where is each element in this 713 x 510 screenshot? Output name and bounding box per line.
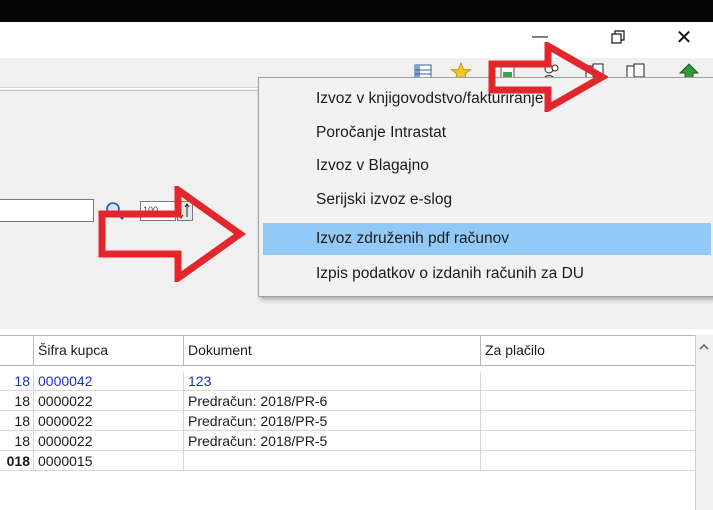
cell-customer-code: 0000022 bbox=[33, 391, 183, 411]
cell-document: 123 bbox=[183, 371, 480, 391]
cell-amount-due bbox=[480, 411, 695, 431]
menu-item-export-cashbox[interactable]: Izvoz v Blagajno bbox=[263, 150, 711, 182]
cell-document bbox=[183, 451, 480, 471]
divider bbox=[0, 90, 260, 91]
cell-document: Predračun: 2018/PR-5 bbox=[183, 431, 480, 451]
close-button[interactable]: ✕ bbox=[662, 22, 706, 52]
cell-amount-due bbox=[480, 451, 695, 471]
table-row[interactable]: 18 0000022 Predračun: 2018/PR-6 bbox=[0, 391, 695, 411]
search-input[interactable] bbox=[0, 199, 94, 222]
table-row[interactable]: 018 0000015 bbox=[0, 451, 695, 471]
cell-customer-code: 0000015 bbox=[33, 451, 183, 471]
vertical-scrollbar[interactable] bbox=[695, 335, 713, 510]
menu-item-merged-pdf[interactable]: Izvoz združenih pdf računov bbox=[263, 223, 711, 255]
menu-item-issued-invoices-du[interactable]: Izpis podatkov o izdanih računih za DU bbox=[263, 258, 711, 290]
cell-date: 018 bbox=[6, 453, 30, 469]
arrow-annotation-icon bbox=[488, 42, 608, 112]
restore-icon bbox=[611, 30, 625, 44]
column-header-document[interactable]: Dokument bbox=[183, 335, 480, 366]
cell-date: 18 bbox=[14, 373, 30, 389]
menu-item-intrastat[interactable]: Poročanje Intrastat bbox=[263, 117, 711, 149]
column-header-amount-due[interactable]: Za plačilo bbox=[480, 335, 695, 366]
table-row[interactable]: 18 0000022 Predračun: 2018/PR-5 bbox=[0, 411, 695, 431]
cell-amount-due bbox=[480, 371, 695, 391]
close-icon: ✕ bbox=[675, 26, 693, 49]
column-header-date[interactable] bbox=[0, 335, 33, 366]
table-row[interactable]: 18 0000022 Predračun: 2018/PR-5 bbox=[0, 431, 695, 451]
column-header-customer-code[interactable]: Šifra kupca bbox=[33, 335, 183, 366]
cell-amount-due bbox=[480, 391, 695, 411]
cell-date: 18 bbox=[14, 393, 30, 409]
cell-amount-due bbox=[480, 431, 695, 451]
cell-document: Predračun: 2018/PR-6 bbox=[183, 391, 480, 411]
cell-customer-code: 0000022 bbox=[33, 431, 183, 451]
title-bar bbox=[0, 0, 713, 22]
chevron-up-icon bbox=[699, 344, 709, 350]
app-window: — ✕ 100 Izvoz v knjigovodstvo/fakturiran… bbox=[0, 0, 713, 510]
scroll-up-button[interactable] bbox=[695, 337, 713, 357]
cell-date: 18 bbox=[14, 433, 30, 449]
arrow-annotation-icon bbox=[98, 186, 246, 282]
menu-item-serial-eslog[interactable]: Serijski izvoz e-slog bbox=[263, 184, 711, 216]
cell-document: Predračun: 2018/PR-5 bbox=[183, 411, 480, 431]
cell-date: 18 bbox=[14, 413, 30, 429]
table-row[interactable]: 18 0000042 123 bbox=[0, 371, 695, 391]
cell-customer-code: 0000042 bbox=[33, 371, 183, 391]
cell-customer-code: 0000022 bbox=[33, 411, 183, 431]
